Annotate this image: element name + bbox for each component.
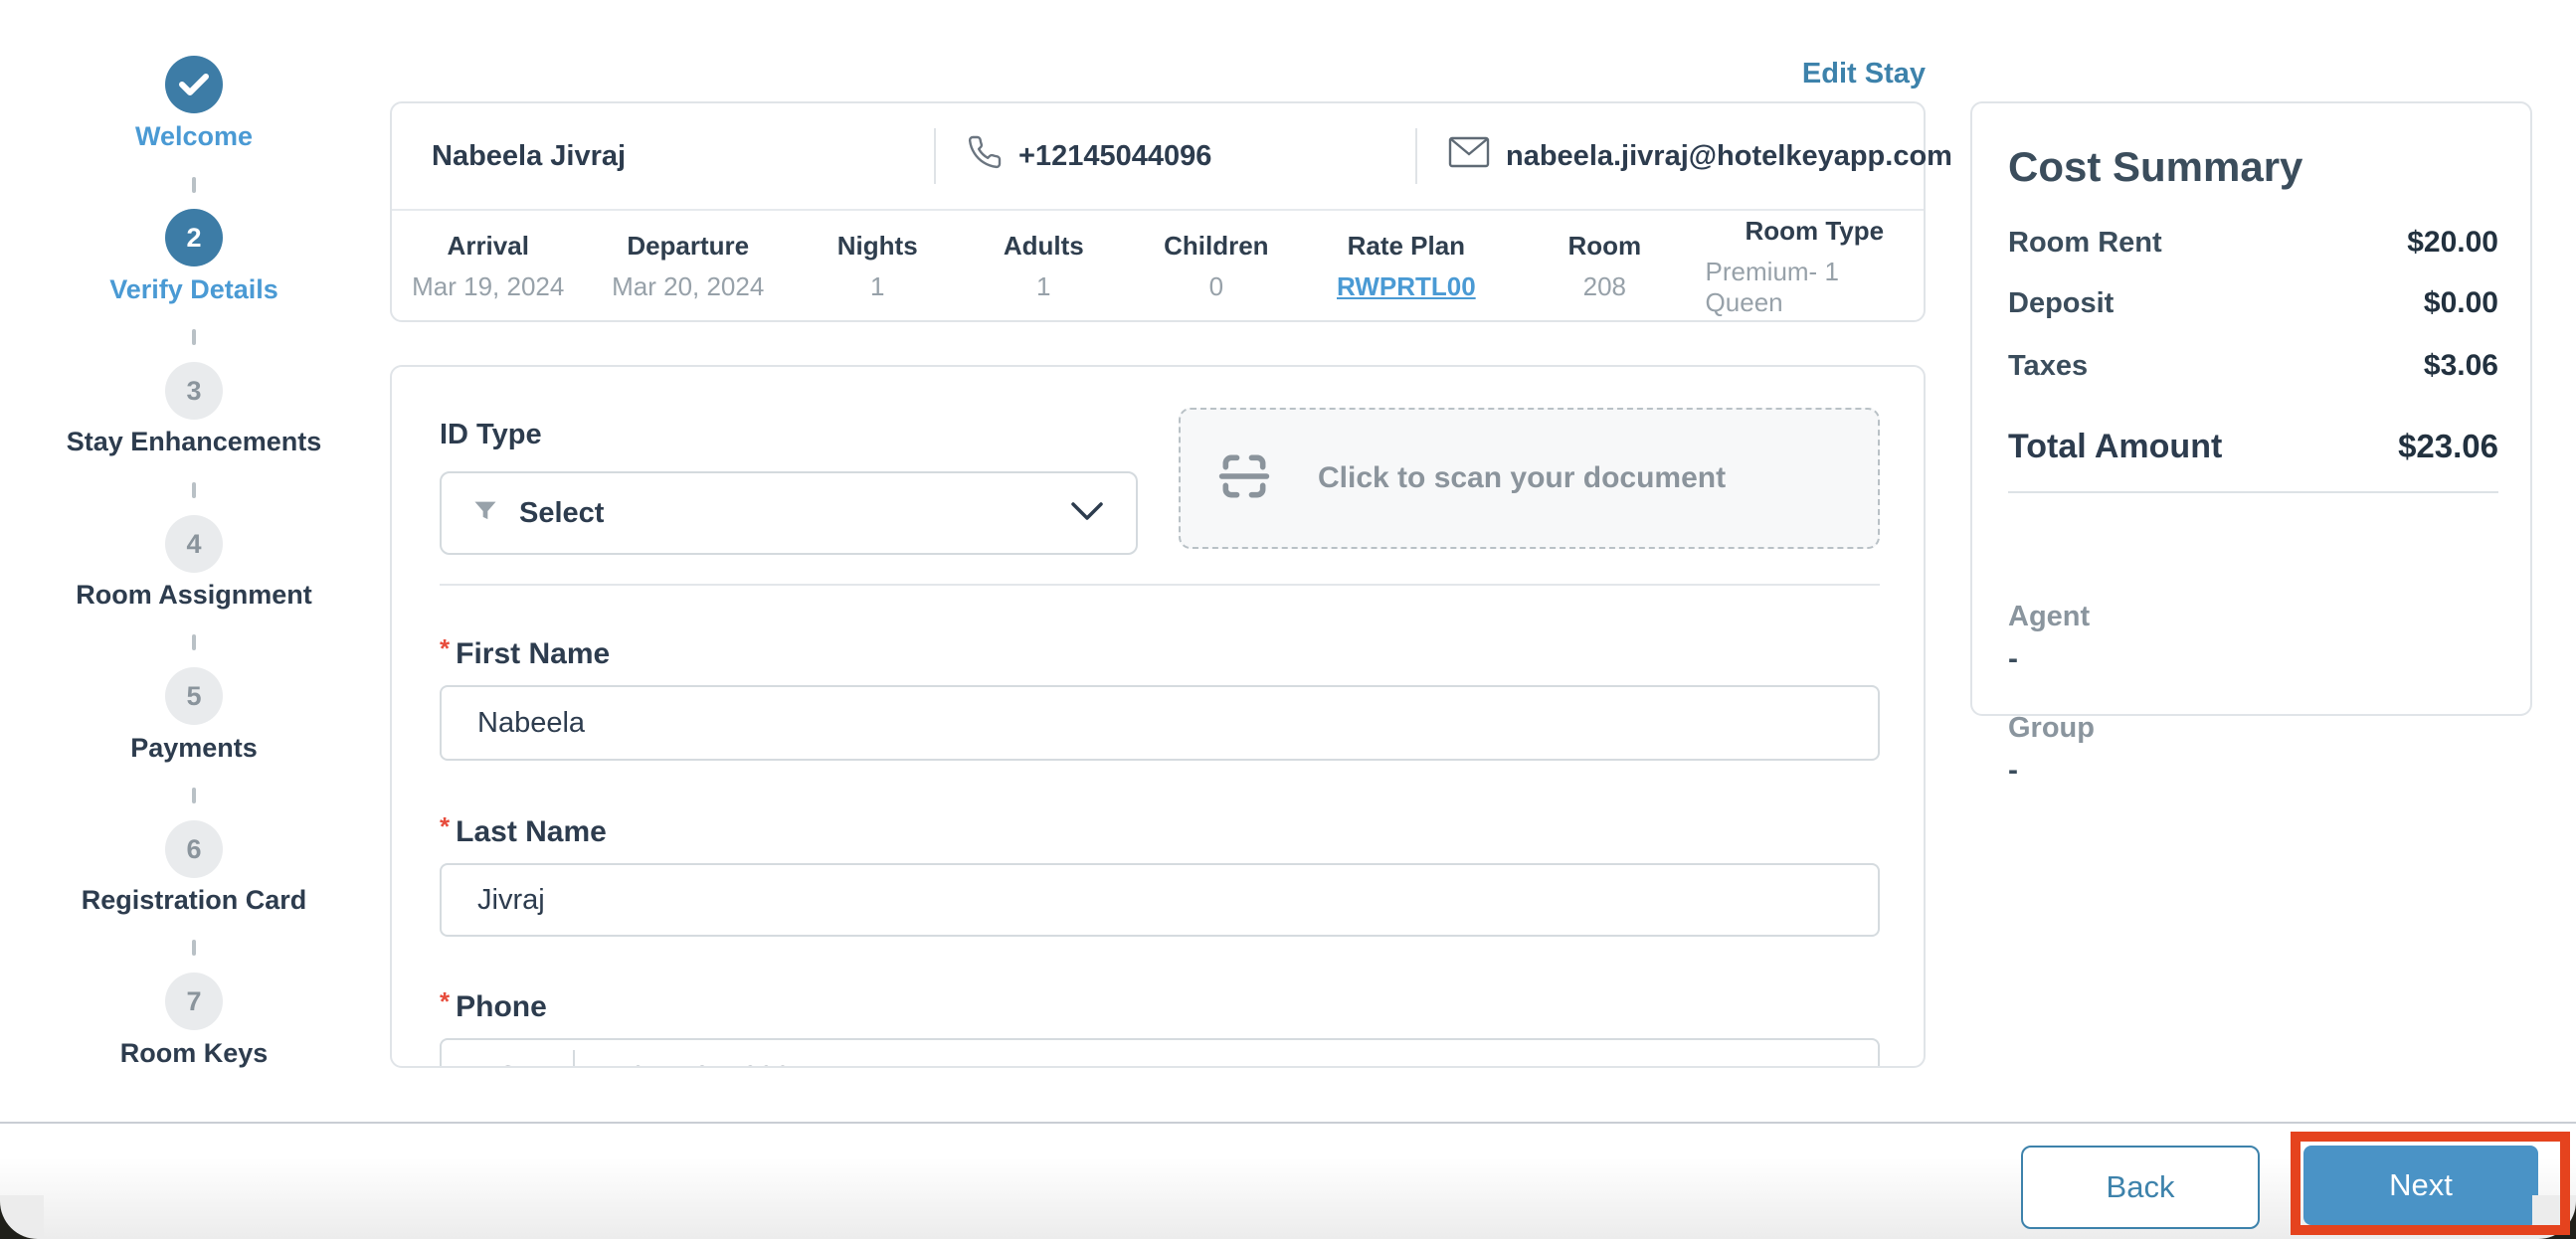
step-room-keys-circle[interactable]: 7 — [165, 973, 223, 1030]
checkin-stepper: Welcome 2 Verify Details 3 Stay Enhancem… — [0, 0, 388, 1094]
step-stay-enhancements-label[interactable]: Stay Enhancements — [0, 425, 388, 458]
divider — [2008, 491, 2498, 493]
cost-row-deposit: Deposit $0.00 — [2008, 286, 2498, 319]
step-connector — [192, 177, 196, 193]
first-name-label: * First Name — [440, 633, 611, 670]
scan-icon — [1216, 448, 1272, 509]
step-verify-details-circle[interactable]: 2 — [165, 209, 223, 266]
scan-label: Click to scan your document — [1318, 461, 1727, 494]
window-corner-right — [2532, 1195, 2576, 1239]
first-name-input[interactable] — [440, 685, 1880, 761]
guest-phone-value: +12145044096 — [1018, 139, 1212, 172]
scan-document-button[interactable]: Click to scan your document — [1179, 408, 1880, 549]
stay-detail-children: Children 0 — [1164, 231, 1269, 301]
footer-bar: Back Next — [0, 1122, 2576, 1239]
step-verify-details-label[interactable]: Verify Details — [0, 272, 388, 306]
stay-detail-nights: Nights 1 — [836, 231, 918, 301]
step-room-assignment-circle[interactable]: 4 — [165, 515, 223, 573]
required-mark: * — [440, 986, 451, 1016]
step-room-keys-label[interactable]: Room Keys — [0, 1036, 388, 1070]
step-payments-circle[interactable]: 5 — [165, 667, 223, 725]
required-mark: * — [440, 811, 451, 841]
phone-number-value: +12145044096 — [597, 1061, 790, 1067]
email-icon — [1448, 136, 1490, 176]
cost-row-room-rent: Room Rent $20.00 — [2008, 226, 2498, 259]
guest-phone: +12145044096 — [967, 134, 1211, 178]
stay-detail-rate-plan: Rate Plan RWPRTL00 — [1337, 231, 1476, 302]
chevron-down-icon — [1070, 501, 1104, 526]
edit-stay-link[interactable]: Edit Stay — [1802, 58, 1926, 90]
cost-summary-panel: Cost Summary Room Rent $20.00 Deposit $0… — [1970, 101, 2532, 787]
step-room-assignment-label[interactable]: Room Assignment — [0, 578, 388, 612]
stay-detail-adults: Adults 1 — [1003, 231, 1084, 301]
rate-plan-link[interactable]: RWPRTL00 — [1337, 271, 1476, 302]
guest-email-value: nabeela.jivraj@hotelkeyapp.com — [1506, 139, 1952, 172]
phone-country-select[interactable]: US — [477, 1061, 551, 1067]
divider — [1415, 128, 1417, 184]
step-stay-enhancements-circle[interactable]: 3 — [165, 362, 223, 420]
step-connector — [192, 329, 196, 345]
divider — [440, 584, 1880, 586]
step-payments-label[interactable]: Payments — [0, 731, 388, 765]
step-registration-card-label[interactable]: Registration Card — [0, 883, 388, 917]
stay-detail-departure: Departure Mar 20, 2024 — [612, 231, 765, 301]
stay-detail-room: Room 208 — [1567, 231, 1642, 301]
cost-row-total: Total Amount $23.06 — [2008, 428, 2498, 465]
cost-summary-title: Cost Summary — [2008, 143, 2303, 190]
step-connector — [192, 634, 196, 650]
agent-value: - — [2008, 642, 2018, 675]
stay-details-row: Arrival Mar 19, 2024 Departure Mar 20, 2… — [392, 211, 1924, 322]
group-value: - — [2008, 754, 2018, 787]
cost-row-taxes: Taxes $3.06 — [2008, 349, 2498, 382]
divider — [934, 128, 936, 184]
step-connector — [192, 940, 196, 956]
step-connector — [192, 788, 196, 803]
phone-icon — [967, 134, 1003, 178]
phone-input[interactable]: US +12145044096 — [440, 1038, 1880, 1067]
required-mark: * — [440, 633, 451, 663]
stay-detail-room-type: Room Type Premium- 1 Queen — [1705, 215, 1885, 317]
stay-detail-arrival: Arrival Mar 19, 2024 — [412, 231, 565, 301]
window-corner-left — [0, 1195, 44, 1239]
check-icon — [179, 73, 209, 96]
filter-icon — [471, 497, 499, 530]
last-name-label: * Last Name — [440, 811, 607, 848]
group-label: Group — [2008, 712, 2095, 744]
id-type-label: ID Type — [440, 419, 542, 450]
guest-contact-row: Nabeela Jivraj +12145044096 nabeela.jivr… — [392, 103, 1952, 209]
id-type-select[interactable]: Select — [440, 471, 1138, 555]
guest-name: Nabeela Jivraj — [432, 139, 627, 172]
verify-details-form: ID Type Select Click to scan your docume… — [390, 365, 1926, 1068]
step-connector — [192, 482, 196, 498]
guest-email: nabeela.jivraj@hotelkeyapp.com — [1448, 136, 1952, 176]
divider — [573, 1050, 576, 1066]
last-name-input[interactable] — [440, 863, 1880, 937]
next-button[interactable]: Next — [2303, 1146, 2538, 1225]
step-registration-card-circle[interactable]: 6 — [165, 820, 223, 878]
step-welcome-label[interactable]: Welcome — [0, 119, 388, 153]
back-button[interactable]: Back — [2021, 1146, 2260, 1229]
agent-label: Agent — [2008, 601, 2091, 632]
phone-label: * Phone — [440, 986, 547, 1023]
id-type-select-value: Select — [519, 496, 605, 529]
guest-summary-card: Nabeela Jivraj +12145044096 nabeela.jivr… — [390, 101, 1952, 322]
step-welcome-circle[interactable] — [165, 56, 223, 113]
